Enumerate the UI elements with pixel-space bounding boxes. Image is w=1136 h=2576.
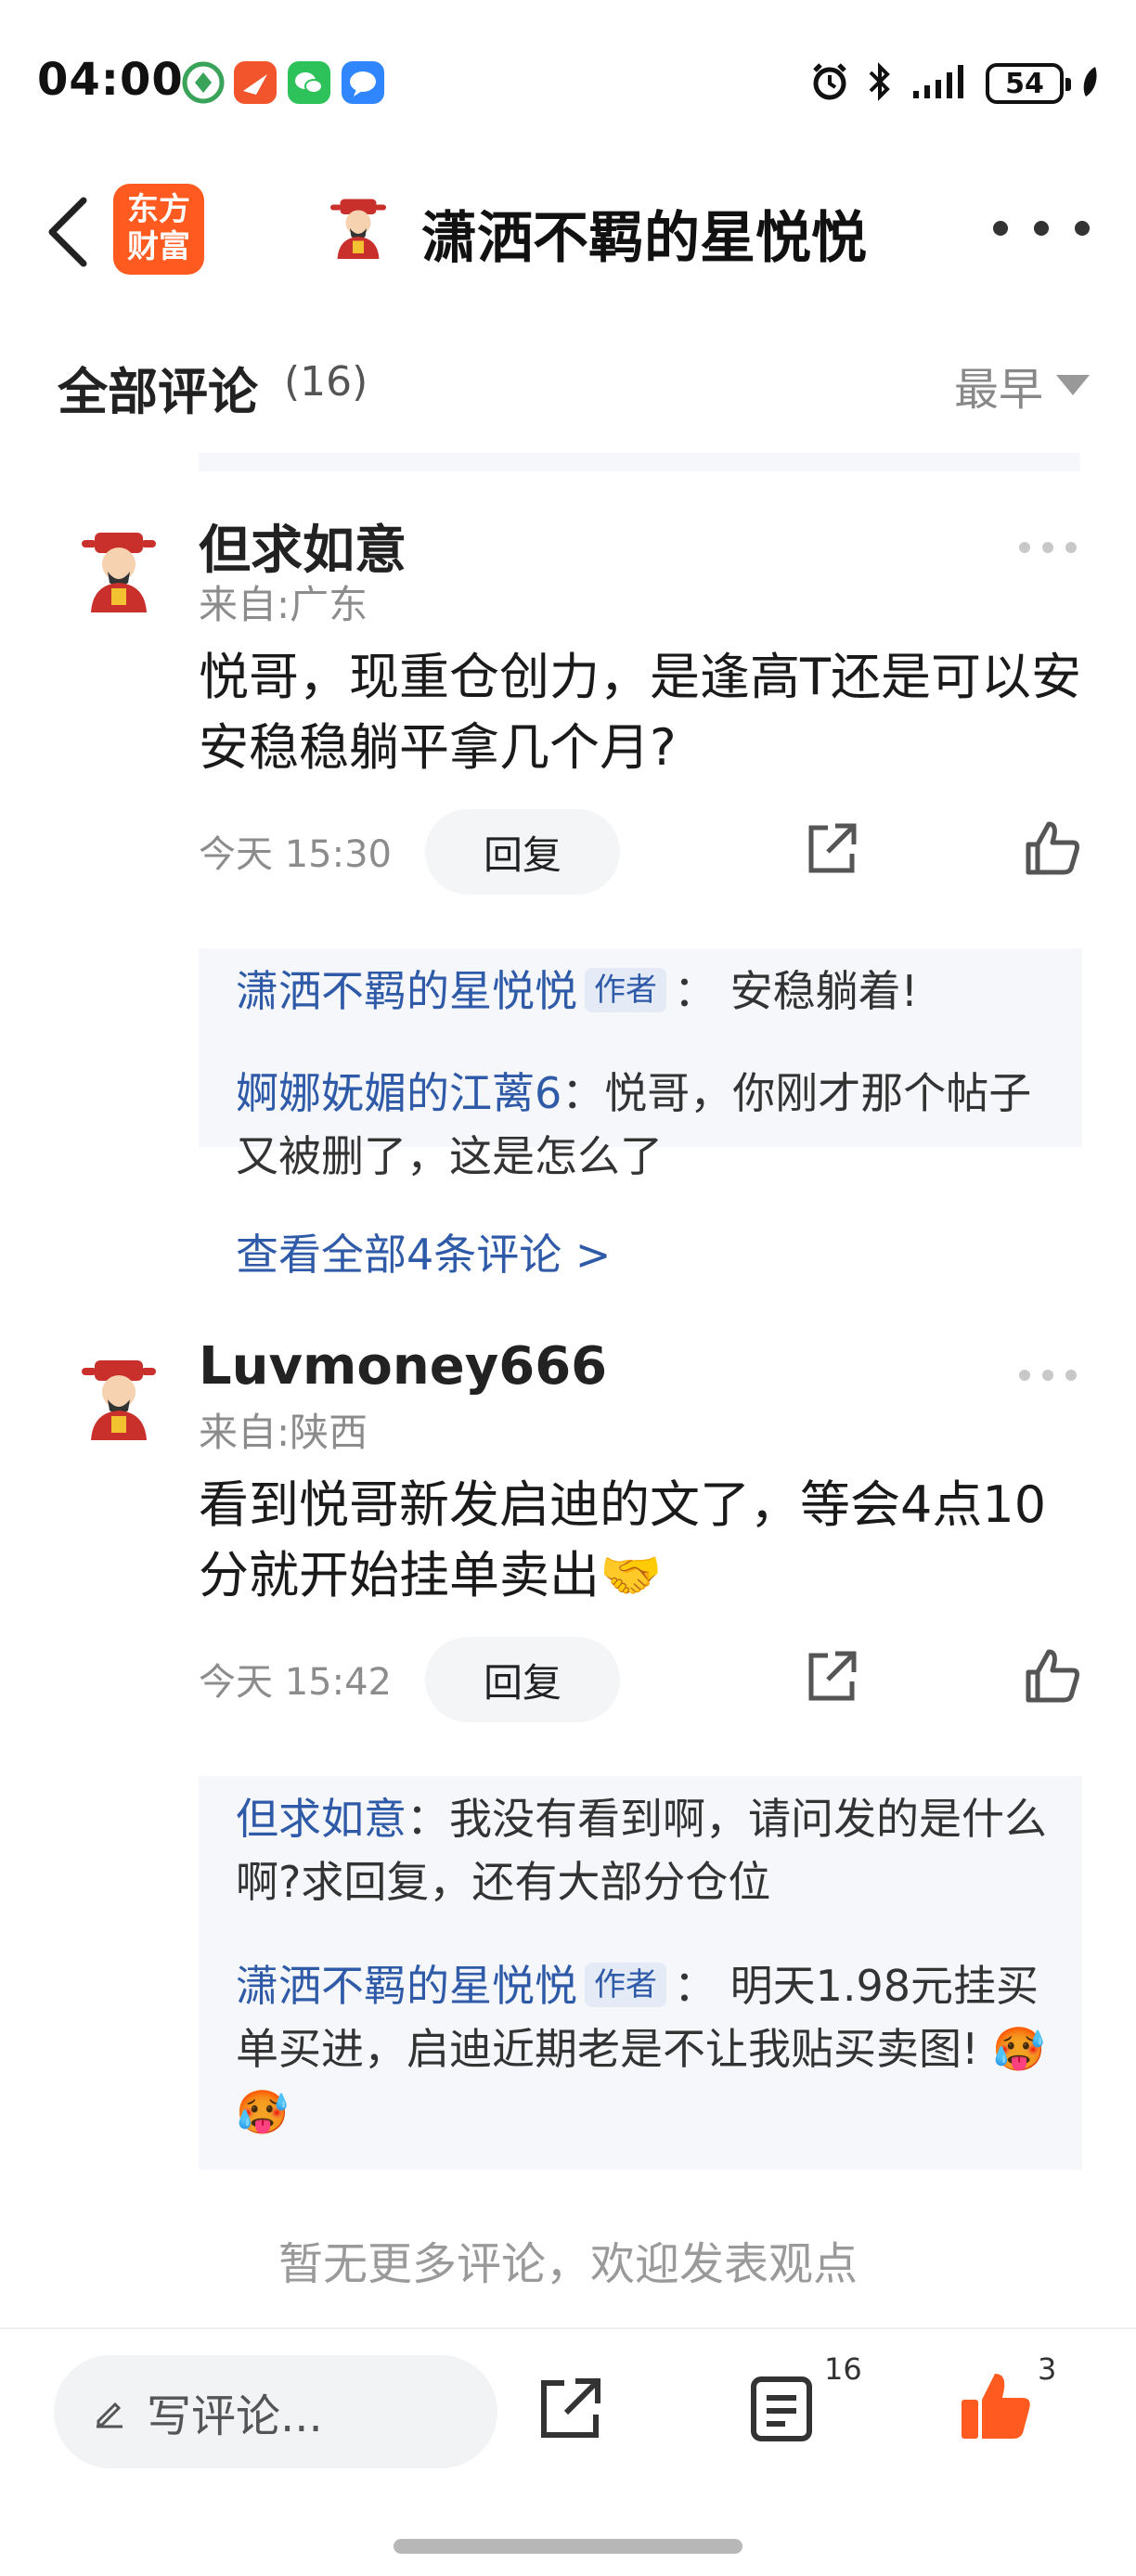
sort-dropdown[interactable]: 最早	[954, 353, 1090, 418]
dot-icon	[1042, 542, 1053, 553]
reply-preview-box[interactable]: 但求如意：我没有看到啊，请问发的是什么啊?求回复，还有大部分仓位 潇洒不羁的星悦…	[199, 1776, 1082, 2170]
app-logo[interactable]: 东方 财富	[113, 184, 204, 275]
comment-text: 看到悦哥新发启迪的文了，等会4点10分就开始挂单卖出🤝	[199, 1475, 1047, 1604]
home-indicator[interactable]	[394, 2539, 742, 2554]
write-comment-placeholder: 写评论...	[147, 2390, 323, 2442]
share-button[interactable]	[800, 1646, 863, 1709]
reply-preview-box[interactable]: 潇洒不羁的星悦悦 作者： 安稳躺着! 婀娜妩媚的江蓠6：悦哥，你刚才那个帖子又被删…	[199, 948, 1082, 1181]
dot-icon	[1019, 1370, 1030, 1381]
user-avatar[interactable]	[74, 527, 163, 616]
section-title: 全部评论	[58, 363, 258, 421]
like-count-badge: 3	[1038, 2351, 1057, 2387]
god-of-wealth-avatar-icon	[82, 1360, 156, 1440]
dot-icon	[1065, 542, 1077, 553]
god-of-wealth-avatar-icon	[82, 533, 156, 612]
comment-list-icon	[751, 2376, 812, 2441]
pencil-icon	[97, 2402, 123, 2428]
dot-icon	[1042, 1370, 1053, 1381]
status-indicators: 54	[809, 58, 1099, 109]
comments-section-header: 全部评论 (16) 最早	[0, 334, 1136, 427]
reply-button[interactable]: 回复	[425, 809, 620, 895]
no-more-comments-text: 暂无更多评论，欢迎发表观点	[278, 2238, 858, 2290]
like-button[interactable]	[1021, 1644, 1084, 1707]
top-nav-bar: 东方 财富 潇洒不羁的星悦悦	[0, 167, 1136, 297]
video-app-icon	[234, 61, 277, 104]
back-button[interactable]	[35, 189, 100, 275]
dot-icon	[1034, 221, 1049, 236]
bottom-action-bar: 写评论... 16 3	[0, 2327, 1136, 2513]
page-title: 潇洒不羁的星悦悦	[421, 206, 867, 271]
dot-icon	[993, 221, 1008, 236]
signal-icon	[910, 63, 969, 104]
author-badge: 作者	[585, 968, 666, 1012]
dot-icon	[1065, 1370, 1077, 1381]
share-icon	[541, 2378, 600, 2438]
share-button[interactable]	[800, 818, 863, 882]
more-options-button[interactable]	[993, 200, 1090, 256]
like-button[interactable]	[1021, 817, 1084, 880]
comments-count-badge: 16	[824, 2351, 862, 2387]
comments-button[interactable]	[748, 2374, 815, 2444]
author-badge: 作者	[585, 1963, 666, 2007]
reply-username[interactable]: 但求如意	[236, 1794, 407, 1844]
logo-text-line2: 财富	[127, 228, 190, 265]
alarm-icon	[809, 61, 850, 106]
battery-indicator: 54	[986, 63, 1071, 104]
thumbs-up-icon	[1026, 821, 1079, 875]
reply-username[interactable]: 潇洒不羁的星悦悦	[236, 1961, 577, 2011]
wechat-icon	[288, 61, 330, 104]
reply-username[interactable]: 潇洒不羁的星悦悦	[236, 966, 577, 1016]
god-of-wealth-avatar-icon	[330, 199, 386, 259]
dot-icon	[1075, 221, 1090, 236]
reply-line[interactable]: 潇洒不羁的星悦悦 作者： 安稳躺着!	[236, 960, 1052, 1023]
message-app-icon	[342, 61, 384, 104]
back-arrow-icon	[48, 197, 87, 267]
reply-line[interactable]: 但求如意：我没有看到啊，请问发的是什么啊?求回复，还有大部分仓位	[236, 1787, 1052, 1913]
comment-time: 今天 15:30	[199, 833, 392, 876]
leaf-icon	[1080, 63, 1099, 104]
comment-more-button[interactable]	[1019, 538, 1077, 557]
reply-button[interactable]: 回复	[425, 1637, 620, 1722]
reply-line[interactable]: 潇洒不羁的星悦悦 作者： 明天1.98元挂买单买进，启迪近期老是不让我贴买卖图! …	[236, 1954, 1052, 2144]
dropdown-arrow-icon	[1056, 375, 1090, 395]
comment-count: (16)	[284, 358, 368, 406]
author-avatar[interactable]	[325, 195, 392, 262]
comment-time: 今天 15:42	[199, 1661, 392, 1704]
network-app-icon	[182, 61, 225, 104]
comment-location: 来自:陕西	[199, 1410, 368, 1455]
thumbs-up-filled-icon	[962, 2374, 1030, 2439]
comment-text: 悦哥，现重仓创力，是逢高T还是可以安安稳稳躺平拿几个月?	[199, 648, 1081, 777]
status-bar: 04:00 54	[0, 0, 1136, 167]
thumbs-up-icon	[1026, 1649, 1079, 1703]
comment-username[interactable]: 但求如意	[199, 509, 407, 584]
divider	[199, 453, 1080, 471]
logo-text-line1: 东方	[127, 191, 190, 228]
share-icon	[808, 1651, 857, 1701]
reply-text: ： 安稳躺着!	[674, 966, 919, 1016]
reply-username[interactable]: 婀娜妩媚的江蓠6	[236, 1068, 562, 1118]
share-post-button[interactable]	[535, 2374, 605, 2444]
status-time: 04:00	[37, 54, 184, 106]
write-comment-input[interactable]: 写评论...	[54, 2355, 497, 2468]
comment-username[interactable]: Luvmoney666	[199, 1336, 607, 1397]
user-avatar[interactable]	[74, 1355, 163, 1444]
share-icon	[808, 823, 857, 873]
comment-more-button[interactable]	[1019, 1366, 1077, 1385]
reply-line[interactable]: 婀娜妩媚的江蓠6：悦哥，你刚才那个帖子又被删了，这是怎么了	[236, 1062, 1052, 1188]
comment-location: 来自:广东	[199, 582, 368, 627]
bluetooth-icon	[867, 61, 893, 106]
sort-label: 最早	[953, 364, 1043, 416]
view-all-replies-link[interactable]: 查看全部4条评论 >	[236, 1221, 611, 1282]
dot-icon	[1019, 542, 1030, 553]
like-post-button[interactable]	[958, 2368, 1034, 2444]
